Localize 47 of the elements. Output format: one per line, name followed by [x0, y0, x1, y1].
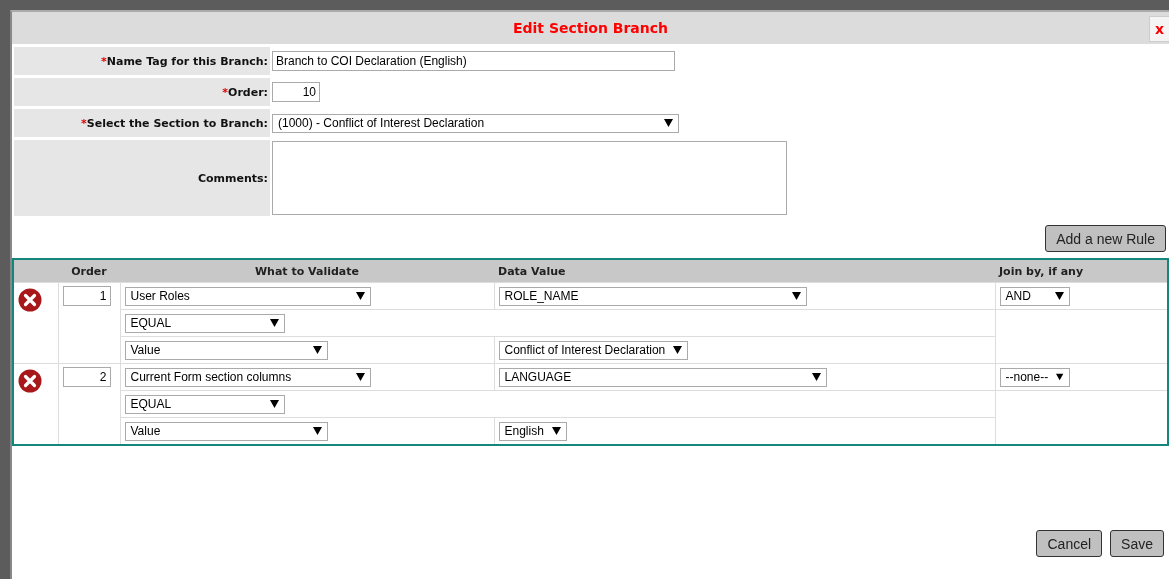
rule-order-field[interactable]: 1: [62, 286, 111, 306]
field-label: *Select the Section to Branch:: [81, 116, 268, 130]
caret-icon: [355, 373, 365, 382]
caret-icon: [673, 346, 683, 355]
caret-icon: [1054, 292, 1064, 300]
cancel-button[interactable]: Cancel: [1036, 530, 1103, 557]
save-button[interactable]: Save: [1110, 530, 1164, 557]
caret-icon: [551, 427, 561, 436]
operator-select[interactable]: EQUAL: [124, 394, 285, 414]
field-select[interactable]: User Roles: [124, 286, 371, 306]
caret-icon: [312, 427, 322, 436]
compare-type-select[interactable]: Value: [124, 421, 328, 441]
dialog-title: Edit Section Branch: [512, 20, 668, 36]
compare-value-select[interactable]: English: [498, 421, 567, 441]
delete-icon[interactable]: [18, 288, 42, 312]
column-header: What to Validate: [120, 259, 494, 283]
header-cell: [13, 259, 58, 283]
compare-type-select[interactable]: Value: [124, 340, 328, 360]
caret-icon: [1056, 373, 1064, 381]
field-label: *Order:: [222, 85, 268, 99]
caret-icon: [811, 373, 821, 382]
operator-select[interactable]: EQUAL: [124, 313, 285, 333]
order-field[interactable]: 10: [272, 82, 320, 102]
caret-icon: [664, 119, 673, 127]
data-value-select[interactable]: LANGUAGE: [498, 367, 827, 387]
delete-icon[interactable]: [18, 369, 42, 393]
caret-icon: [269, 400, 279, 409]
caret-icon: [312, 346, 322, 355]
section-select[interactable]: (1000) - Conflict of Interest Declaration: [272, 113, 679, 133]
rule-order-field[interactable]: 2: [62, 367, 111, 387]
caret-icon: [355, 292, 365, 301]
caret-icon: [269, 319, 279, 328]
field-label: *Name Tag for this Branch:: [101, 54, 268, 68]
caret-icon: [791, 292, 801, 301]
compare-value-select[interactable]: Conflict of Interest Declaration: [498, 340, 689, 360]
join-select[interactable]: --none--: [999, 367, 1070, 387]
field-select[interactable]: Current Form section columns: [124, 367, 371, 387]
column-header: Join by, if any: [995, 259, 1168, 283]
column-header: Data Value: [494, 259, 995, 283]
close-button[interactable]: x: [1149, 16, 1169, 42]
join-select[interactable]: AND: [999, 286, 1070, 306]
field-label: Comments:: [197, 171, 268, 185]
column-header: Order: [58, 259, 120, 283]
add-rule-button[interactable]: Add a new Rule: [1045, 225, 1166, 252]
name-tag-field[interactable]: Branch to COI Declaration (English): [272, 51, 675, 71]
comments-field[interactable]: [272, 141, 787, 215]
data-value-select[interactable]: ROLE_NAME: [498, 286, 807, 306]
